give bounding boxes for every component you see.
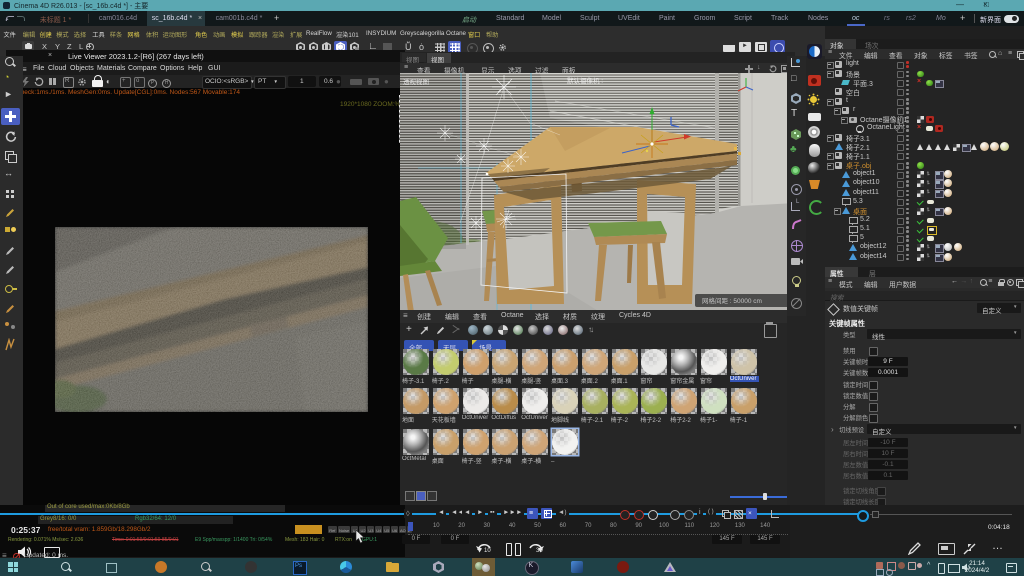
svg-text:透视视图: 透视视图	[403, 77, 429, 86]
svg-text:默认摄像机 :: 默认摄像机 :	[567, 76, 603, 85]
svg-text:网格间距 : 50000 cm: 网格间距 : 50000 cm	[702, 296, 762, 305]
